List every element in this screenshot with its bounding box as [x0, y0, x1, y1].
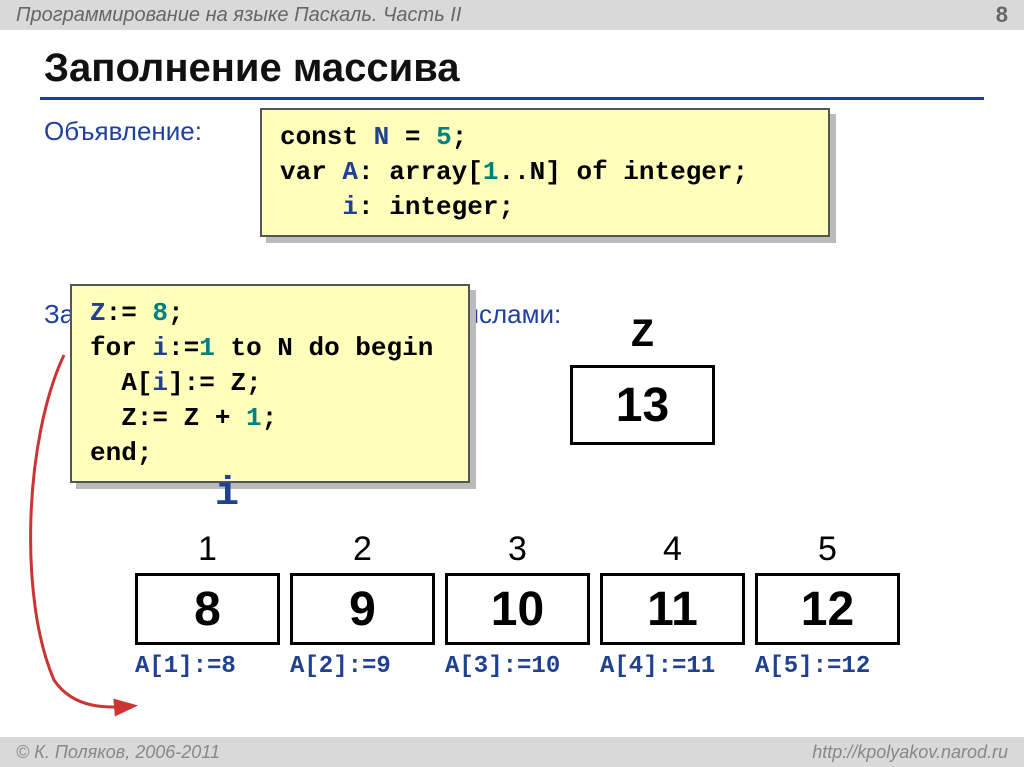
assignment-text: A[2]:=9	[290, 653, 445, 680]
array-index: 1	[135, 530, 280, 573]
array-cell: 9	[290, 573, 435, 645]
array-cell: 10	[445, 573, 590, 645]
array-cell: 12	[755, 573, 900, 645]
assignment-text: A[4]:=11	[600, 653, 755, 680]
array-cell: 8	[135, 573, 280, 645]
page-number: 8	[996, 2, 1008, 28]
footer-bar: © К. Поляков, 2006-2011 http://kpolyakov…	[0, 737, 1024, 767]
assignment-text: A[1]:=8	[135, 653, 290, 680]
slide-title: Заполнение массива	[40, 42, 984, 100]
array-index: 3	[445, 530, 590, 573]
array-cells: 8 9 10 11 12	[135, 573, 910, 645]
z-value-box: 13	[570, 365, 715, 445]
footer-url: http://kpolyakov.narod.ru	[812, 742, 1008, 763]
header-bar: Программирование на языке Паскаль. Часть…	[0, 0, 1024, 30]
code-declaration: const N = 5; var A: array[1..N] of integ…	[260, 108, 830, 237]
assignment-text: A[3]:=10	[445, 653, 600, 680]
assignment-text: A[5]:=12	[755, 653, 910, 680]
array-index: 2	[290, 530, 435, 573]
array-cell: 11	[600, 573, 745, 645]
array-index: 5	[755, 530, 900, 573]
z-label: Z	[570, 314, 715, 359]
i-label: i	[215, 472, 239, 517]
array-diagram: 1 2 3 4 5 8 9 10 11 12 A[1]:=8 A[2]:=9 A…	[135, 530, 910, 680]
footer-copyright: © К. Поляков, 2006-2011	[16, 742, 220, 763]
header-title: Программирование на языке Паскаль. Часть…	[16, 4, 461, 27]
array-index: 4	[600, 530, 745, 573]
code-fill-loop: Z:= 8; for i:=1 to N do begin A[i]:= Z; …	[70, 284, 470, 483]
array-indices: 1 2 3 4 5	[135, 530, 910, 573]
z-variable: Z 13	[570, 314, 715, 445]
array-assignments: A[1]:=8 A[2]:=9 A[3]:=10 A[4]:=11 A[5]:=…	[135, 653, 910, 680]
